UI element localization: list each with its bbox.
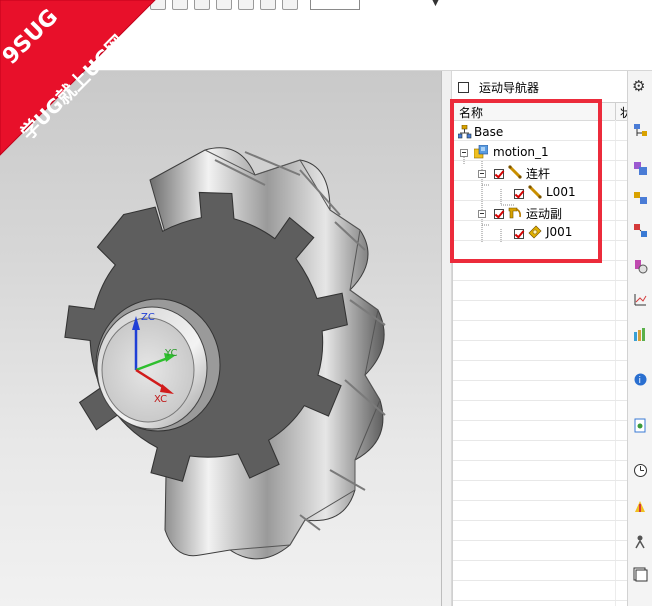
- row-separator: [453, 380, 627, 381]
- row-separator: [453, 340, 627, 341]
- motion-simulation-icon: [474, 145, 488, 159]
- assembly-navigator-icon[interactable]: [633, 123, 648, 138]
- row-separator: [453, 460, 627, 461]
- row-separator: [453, 280, 627, 281]
- row-separator: [453, 480, 627, 481]
- process-studio-icon[interactable]: [633, 418, 648, 433]
- row-separator: [453, 320, 627, 321]
- roles-icon[interactable]: [633, 463, 648, 478]
- navigator-tree[interactable]: 名称 状: [452, 102, 627, 606]
- pin-icon[interactable]: [458, 82, 469, 93]
- row-separator: [453, 540, 627, 541]
- tree-item-label: 运动副: [526, 207, 563, 221]
- row-separator: [453, 440, 627, 441]
- visibility-checkbox[interactable]: [514, 189, 524, 199]
- row-separator: [453, 300, 627, 301]
- collapse-icon[interactable]: [478, 210, 486, 218]
- visibility-checkbox[interactable]: [494, 169, 504, 179]
- link-icon: [528, 185, 542, 199]
- panel-splitter[interactable]: [441, 71, 452, 606]
- system-materials-icon[interactable]: i: [633, 372, 648, 387]
- axis-label-z: ZC: [141, 312, 155, 323]
- tree-item-label: L001: [546, 185, 576, 199]
- navigator-title: 运动导航器: [479, 81, 540, 95]
- constraint-navigator-icon[interactable]: [633, 161, 648, 176]
- resource-bar: ⚙ i: [627, 71, 652, 606]
- row-separator: [453, 420, 627, 421]
- visibility-checkbox[interactable]: [494, 209, 504, 219]
- ribbon-icons: [150, 0, 298, 10]
- ribbon-tool-icon[interactable]: [194, 0, 210, 10]
- row-separator: [453, 560, 627, 561]
- ribbon-tool-icon[interactable]: [238, 0, 254, 10]
- link-folder-icon: [508, 165, 522, 179]
- hd3d-tools-icon[interactable]: [633, 259, 648, 274]
- hub-face: [101, 317, 195, 423]
- history-icon[interactable]: [633, 327, 648, 342]
- ribbon-combo-box[interactable]: [310, 0, 360, 10]
- simulation-icon[interactable]: [633, 534, 648, 549]
- row-separator: [453, 260, 627, 261]
- motion-navigator-icon[interactable]: [633, 499, 648, 514]
- visibility-checkbox[interactable]: [514, 229, 524, 239]
- tree-item-label: J001: [546, 225, 573, 239]
- navigator-title-bar: 运动导航器: [452, 71, 627, 99]
- ribbon-tool-icon[interactable]: [260, 0, 276, 10]
- axis-label-y: YC: [164, 348, 178, 359]
- collapse-icon[interactable]: [478, 170, 486, 178]
- ribbon-tool-icon[interactable]: [216, 0, 232, 10]
- row-separator: [453, 520, 627, 521]
- row-separator: [453, 400, 627, 401]
- reuse-library-icon[interactable]: [633, 223, 648, 238]
- assembly-base-icon: [458, 125, 472, 139]
- web-browser-icon[interactable]: [633, 292, 648, 307]
- palette-icon[interactable]: [633, 567, 648, 582]
- svg-text:i: i: [639, 376, 642, 386]
- settings-gear-icon[interactable]: ⚙: [632, 77, 645, 95]
- row-separator: [453, 500, 627, 501]
- joint-folder-icon: [508, 207, 521, 219]
- collapse-icon[interactable]: [460, 149, 468, 157]
- row-separator: [453, 360, 627, 361]
- tree-item-label: Base: [474, 125, 504, 139]
- joint-icon: [528, 225, 542, 239]
- row-separator: [453, 600, 627, 601]
- tree-item-label: motion_1: [493, 145, 549, 159]
- axis-label-x: XC: [154, 394, 167, 405]
- ribbon-tool-icon[interactable]: [282, 0, 298, 10]
- motion-navigator-panel: 运动导航器 名称 状: [452, 71, 627, 606]
- gear-model[interactable]: ZC YC XC: [0, 71, 441, 606]
- row-separator: [453, 580, 627, 581]
- tree-item-label: 连杆: [526, 167, 551, 181]
- chevron-down-icon[interactable]: ▼: [432, 0, 439, 8]
- ribbon-tool-icon[interactable]: [172, 0, 188, 10]
- graphics-window[interactable]: ZC YC XC: [0, 71, 441, 606]
- part-navigator-icon[interactable]: [633, 190, 648, 205]
- ribbon-tool-icon[interactable]: [150, 0, 166, 10]
